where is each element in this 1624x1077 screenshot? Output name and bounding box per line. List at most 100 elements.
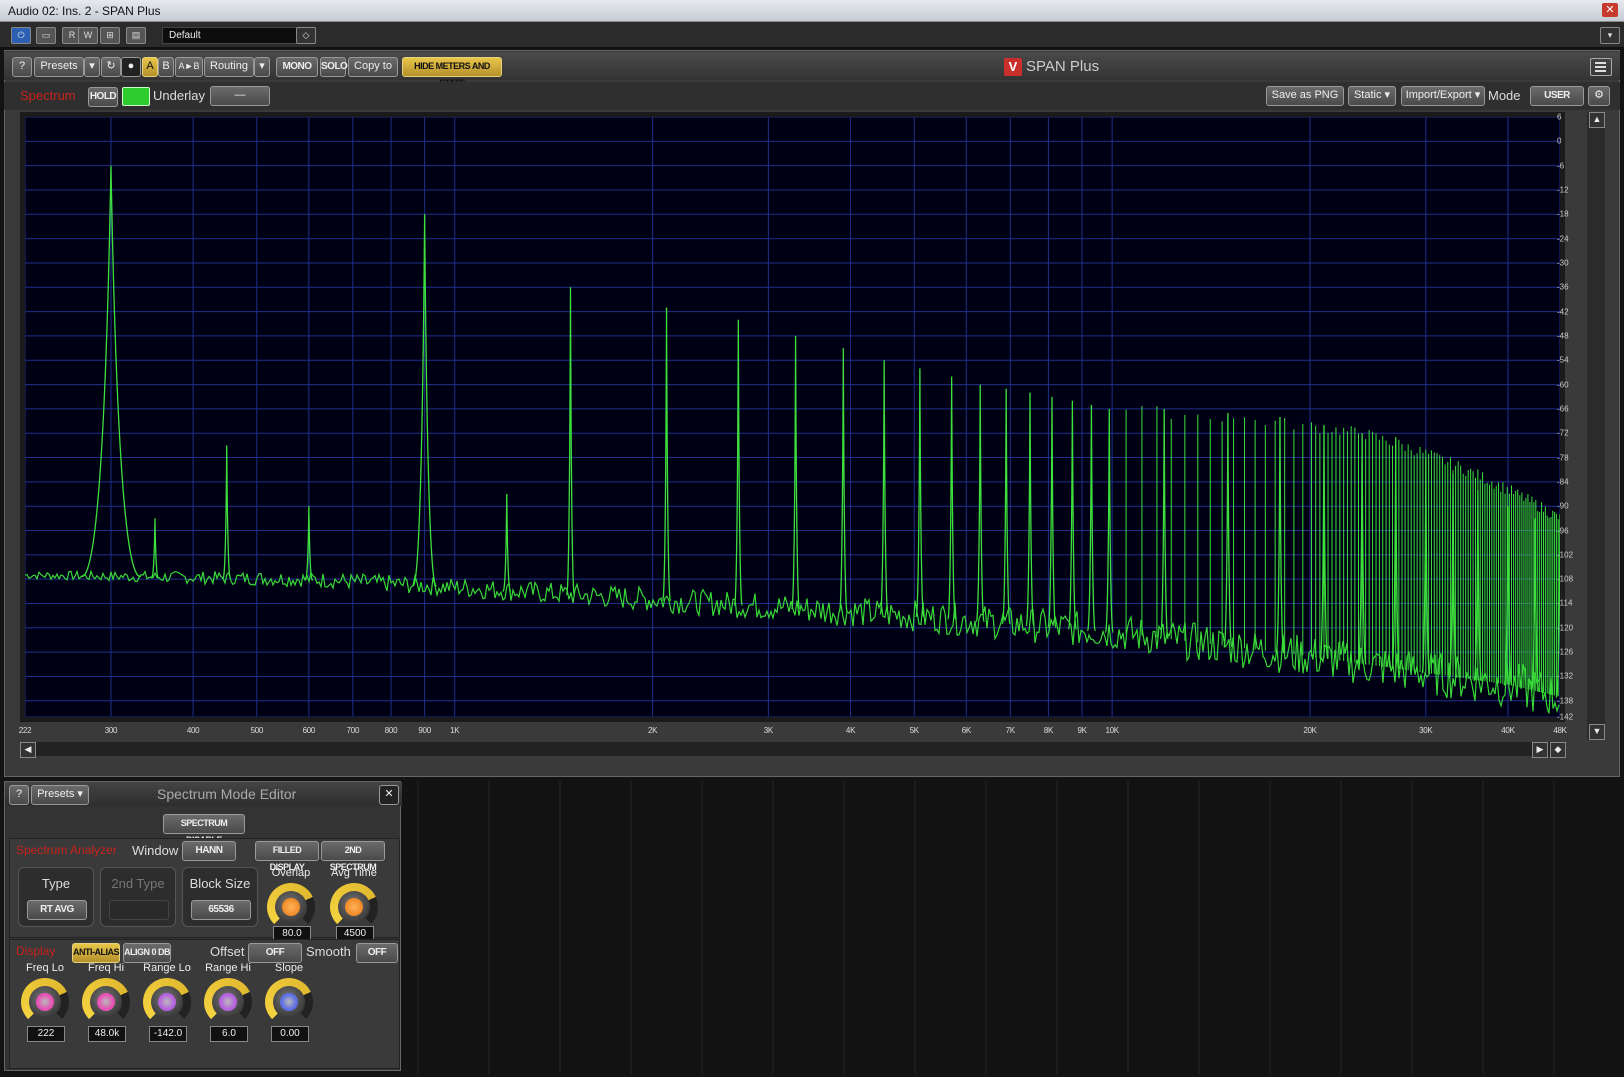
type-select[interactable]: RT AVG: [27, 900, 87, 920]
freq-tick-label: 30K: [1419, 726, 1433, 735]
spectrum-toolbar: Spectrum HOLD Underlay — Save as PNG Sta…: [4, 82, 1620, 110]
spectrum-disable-button[interactable]: SPECTRUM DISABLE: [163, 814, 245, 845]
hide-meters-button[interactable]: HIDE METERS AND STATS: [402, 57, 502, 88]
db-tick-label: -108: [1557, 574, 1574, 584]
bypass-icon[interactable]: ▭: [36, 27, 56, 44]
type-label: Type: [41, 876, 71, 891]
record-icon[interactable]: ●: [121, 57, 141, 77]
compare-icon[interactable]: ⊞: [100, 27, 120, 44]
vertical-scrollbar[interactable]: ▲ ▼: [1587, 112, 1605, 740]
display-knob[interactable]: [82, 978, 130, 1026]
display-knob[interactable]: [21, 978, 69, 1026]
freq-tick-label: 1K: [450, 726, 460, 735]
knob-value[interactable]: 222: [27, 1026, 65, 1042]
smooth-select[interactable]: OFF: [356, 943, 398, 963]
hold-indicator[interactable]: [122, 87, 150, 106]
host-preset-field[interactable]: Default: [162, 27, 300, 44]
db-tick-label: -54: [1557, 355, 1569, 365]
spectrum-display[interactable]: [20, 112, 1565, 722]
avg-time-knob[interactable]: [330, 883, 378, 931]
scroll-down-icon[interactable]: ▼: [1589, 724, 1605, 740]
block-size-select[interactable]: 65536: [191, 900, 251, 920]
db-tick-label: -138: [1557, 696, 1574, 706]
window-select[interactable]: HANN: [182, 841, 236, 861]
anti-alias-button[interactable]: ANTI-ALIAS: [72, 943, 120, 963]
freq-tick-label: 2K: [648, 726, 658, 735]
scroll-right-icon[interactable]: ▶: [1532, 742, 1548, 758]
mono-button[interactable]: MONO: [276, 57, 318, 77]
db-tick-label: -72: [1557, 428, 1569, 438]
product-logo: V SPAN Plus: [1004, 58, 1099, 76]
spectrum-plot[interactable]: [25, 117, 1560, 717]
underlay-label: Underlay: [153, 88, 206, 103]
import-export-select[interactable]: Import/Export ▾: [1401, 86, 1485, 106]
horizontal-scrollbar[interactable]: ◀ ▶ ◆: [20, 742, 1566, 758]
routing-dropdown-button[interactable]: ▾: [254, 57, 270, 77]
save-png-button[interactable]: Save as PNG: [1266, 86, 1344, 106]
help-button[interactable]: ?: [12, 57, 32, 77]
background-grid: [417, 781, 1555, 1074]
db-tick-label: -18: [1557, 209, 1569, 219]
presets-dropdown-button[interactable]: ▾: [84, 57, 100, 77]
zoom-reset-icon[interactable]: ◆: [1550, 742, 1566, 758]
db-tick-label: -60: [1557, 380, 1569, 390]
freq-tick-label: 9K: [1077, 726, 1087, 735]
freq-tick-label: 3K: [763, 726, 773, 735]
db-tick-label: -142: [1557, 712, 1574, 722]
knob-value[interactable]: 6.0: [210, 1026, 248, 1042]
settings-icon[interactable]: ▤: [126, 27, 146, 44]
overlap-label: Overlap: [271, 867, 311, 879]
freq-tick-label: 800: [384, 726, 398, 735]
main-menu-icon[interactable]: [1590, 58, 1612, 76]
type-box: Type RT AVG: [18, 867, 94, 927]
second-type-select[interactable]: [109, 900, 169, 920]
offset-select[interactable]: OFF: [248, 943, 302, 963]
scroll-up-icon[interactable]: ▲: [1589, 112, 1605, 128]
knob-label: Range Hi: [205, 962, 251, 974]
offset-label: Offset: [210, 944, 245, 959]
refresh-icon[interactable]: ↻: [101, 57, 121, 77]
overlap-knob[interactable]: [267, 883, 315, 931]
editor-help-button[interactable]: ?: [9, 785, 29, 805]
copy-a-to-b-button[interactable]: A►B: [175, 57, 203, 77]
copy-to-button[interactable]: Copy to: [348, 57, 398, 77]
close-window-button[interactable]: ✕: [1602, 3, 1618, 17]
host-toolbar: ⏻ ▭ R W ⊞ ▤ Default ◇ ▾: [0, 22, 1624, 48]
presets-button[interactable]: Presets: [34, 57, 84, 77]
db-tick-label: -114: [1557, 598, 1573, 608]
editor-title-bar: ? Presets ▾ Spectrum Mode Editor ✕: [5, 782, 402, 806]
preset-b-button[interactable]: B: [158, 57, 174, 77]
preset-menu-icon[interactable]: ◇: [296, 27, 316, 44]
knob-value[interactable]: 48.0k: [88, 1026, 126, 1042]
underlay-select[interactable]: —: [210, 86, 270, 106]
align-0db-button[interactable]: ALIGN 0 DB: [123, 943, 171, 963]
display-knob[interactable]: [143, 978, 191, 1026]
avg-time-label: Avg Time: [331, 867, 377, 879]
host-dropdown-icon[interactable]: ▾: [1600, 27, 1620, 44]
knob-value[interactable]: 0.00: [271, 1026, 309, 1042]
filled-display-button[interactable]: FILLED DISPLAY: [255, 841, 319, 872]
display-knob[interactable]: [265, 978, 313, 1026]
freq-tick-label: 20K: [1303, 726, 1317, 735]
db-tick-label: -24: [1557, 234, 1569, 244]
editor-presets-button[interactable]: Presets ▾: [31, 785, 89, 805]
knob-value[interactable]: -142.0: [149, 1026, 187, 1042]
hold-button[interactable]: HOLD: [88, 87, 118, 107]
knob-label: Range Lo: [143, 962, 191, 974]
static-select[interactable]: Static ▾: [1348, 86, 1396, 106]
write-icon[interactable]: W: [78, 27, 98, 44]
second-spectrum-button[interactable]: 2ND SPECTRUM: [321, 841, 385, 872]
db-tick-label: -120: [1557, 623, 1574, 633]
window-label: Window: [132, 843, 179, 858]
freq-tick-label: 7K: [1005, 726, 1015, 735]
solo-button[interactable]: SOLO: [320, 57, 348, 77]
editor-close-icon[interactable]: ✕: [379, 785, 399, 805]
routing-button[interactable]: Routing: [204, 57, 254, 77]
gear-icon[interactable]: ⚙: [1588, 86, 1610, 106]
mode-select[interactable]: USER: [1530, 86, 1584, 106]
freq-tick-label: 600: [302, 726, 316, 735]
preset-a-button[interactable]: A: [142, 57, 158, 77]
power-icon[interactable]: ⏻: [11, 27, 31, 44]
display-knob[interactable]: [204, 978, 252, 1026]
scroll-left-icon[interactable]: ◀: [20, 742, 36, 758]
